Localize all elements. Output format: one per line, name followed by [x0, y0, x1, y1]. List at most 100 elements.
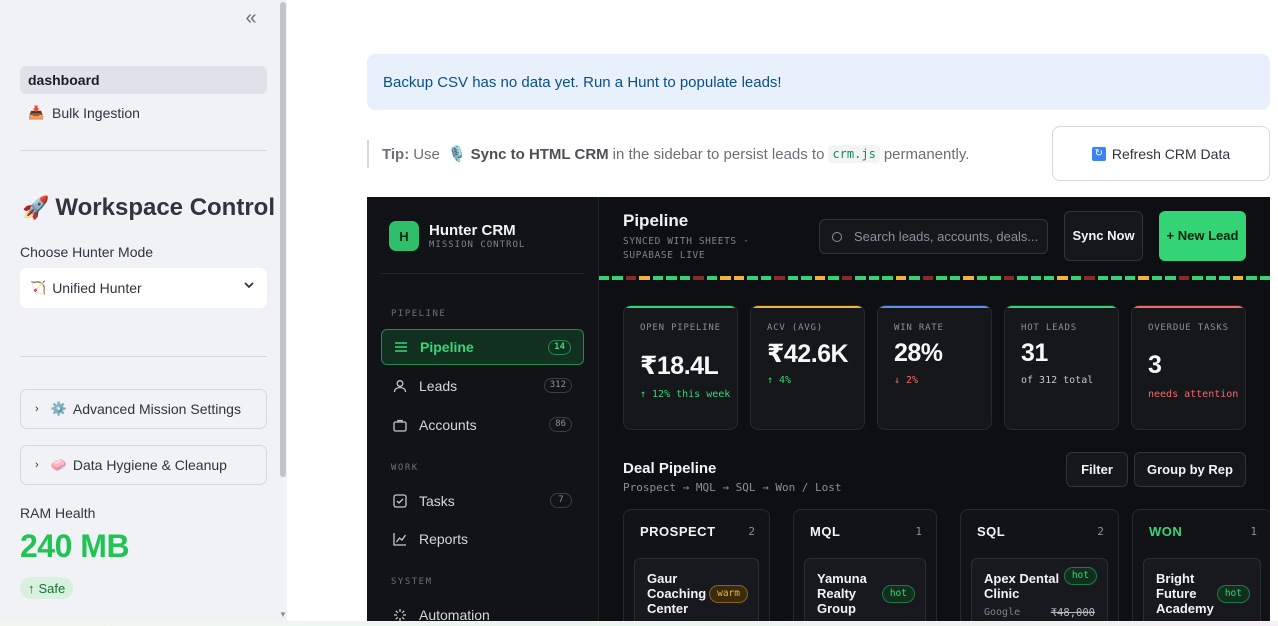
new-lead-button[interactable]: + New Lead [1159, 211, 1246, 261]
crm-iframe: H Hunter CRM MISSION CONTROL PIPELINE Pi… [367, 197, 1270, 626]
list-icon [395, 342, 407, 352]
tip-prefix: Tip: [382, 145, 410, 163]
sidebar-nav-dashboard[interactable]: dashboard [20, 66, 267, 94]
search-icon [832, 231, 842, 242]
expander-advanced-mission-settings[interactable]: › ⚙️ Advanced Mission Settings [20, 389, 267, 429]
kpi-delta: ↑ 4% [767, 375, 792, 386]
kpi-value: 28% [894, 339, 943, 367]
stripe-segment [841, 276, 853, 280]
stripe-segment [1246, 276, 1257, 280]
column-count: 2 [1097, 525, 1104, 538]
kpi-delta: ↑ 12% this week [640, 389, 731, 400]
stripe-segment [1151, 276, 1163, 280]
scrollbar-thumb[interactable] [280, 2, 286, 477]
stripe-segment [733, 276, 745, 280]
crm-nav-count: 86 [549, 417, 572, 432]
crm-nav-count: 7 [550, 493, 572, 508]
sidebar-scrollbar[interactable]: ▼ [279, 0, 287, 626]
stripe-segment [747, 276, 758, 280]
kpi-label: HOT LEADS [1021, 323, 1077, 333]
deal-card-tag: hot [1216, 585, 1250, 603]
kpi-value: 31 [1021, 339, 1048, 367]
sidebar-nav-bulk-ingestion[interactable]: 📥 Bulk Ingestion [20, 99, 267, 127]
stripe-segment [1084, 276, 1095, 280]
crm-nav-tasks[interactable]: Tasks 7 [381, 483, 584, 519]
stripe-segment [639, 276, 650, 280]
group-by-rep-button[interactable]: Group by Rep [1134, 452, 1246, 487]
crm-nav-label: Pipeline [420, 339, 474, 355]
deal-card[interactable]: Bright Future Academy hot [1143, 558, 1261, 626]
kpi-accent-bar [1132, 306, 1245, 308]
hunter-mode-value: Unified Hunter [52, 280, 142, 296]
section-work: WORK [391, 463, 419, 473]
stripe-segment [1111, 276, 1122, 280]
chart-line-icon [393, 533, 407, 546]
crm-nav-pipeline[interactable]: Pipeline 14 [381, 329, 584, 365]
deal-card-name: Apex Dental Clinic [984, 571, 1060, 601]
stripe-segment [814, 276, 826, 280]
bottom-edge [0, 621, 1278, 626]
deal-card-tag: hot [881, 585, 915, 603]
stripe-segment [706, 276, 718, 280]
sidebar: « dashboard 📥 Bulk Ingestion 🚀 Workspace … [0, 0, 287, 626]
sync-now-button[interactable]: Sync Now [1064, 211, 1143, 261]
chevron-right-icon: › [35, 403, 39, 415]
crm-nav-label: Tasks [419, 493, 455, 509]
column-title: PROSPECT [640, 524, 716, 539]
crm-nav-label: Accounts [419, 417, 477, 433]
crm-nav-accounts[interactable]: Accounts 86 [381, 407, 584, 443]
deal-card-source: Google [984, 607, 1021, 618]
kpi-card: HOT LEADS 31 of 312 total [1004, 305, 1119, 430]
deal-pipeline-subtitle: Prospect → MQL → SQL → Won / Lost [623, 481, 842, 494]
stripe-segment [976, 276, 988, 280]
briefcase-icon [393, 419, 407, 432]
kpi-value: ₹42.6K [767, 340, 849, 368]
crm-nav-label: Leads [419, 378, 458, 394]
stripe-segment [1017, 276, 1028, 280]
kpi-label: ACV (AVG) [767, 323, 823, 333]
refresh-label: Refresh CRM Data [1111, 145, 1231, 162]
filter-button[interactable]: Filter [1066, 452, 1128, 487]
stripe-segment [1205, 276, 1217, 280]
stripe-segment [625, 276, 637, 280]
tip-middle: in the sidebar to persist leads to [612, 145, 825, 163]
kpi-card: WIN RATE 28% ↓ 2% [877, 305, 992, 430]
hunter-mode-select[interactable]: 🏹 Unified Hunter [20, 268, 267, 308]
crm-nav-leads[interactable]: Leads 312 [381, 368, 584, 404]
sidebar-divider [20, 356, 267, 357]
stripe-segment [1192, 276, 1203, 280]
refresh-crm-button[interactable]: ↻ Refresh CRM Data [1052, 126, 1270, 181]
scroll-down-arrow-icon[interactable]: ▼ [279, 610, 287, 619]
deal-pipeline-title: Deal Pipeline [623, 460, 717, 477]
crm-main: Pipeline SYNCED WITH SHEETS · SUPABASE L… [599, 197, 1270, 626]
kpi-accent-bar [878, 306, 991, 308]
crm-nav-count: 14 [548, 340, 571, 355]
bow-arrow-icon: 🏹 [30, 280, 47, 295]
tip-suffix: permanently. [883, 145, 970, 163]
crm-nav-reports[interactable]: Reports [381, 521, 584, 557]
sidebar-nav-label: dashboard [28, 72, 100, 88]
stripe-segment [963, 276, 974, 280]
stripe-segment [666, 276, 677, 280]
double-chevron-left-icon[interactable]: « [240, 8, 262, 28]
stripe-segment [936, 276, 947, 280]
chevron-right-icon: › [35, 459, 39, 471]
kpi-accent-bar [624, 306, 737, 308]
deal-card[interactable]: Yamuna Realty Group hot [804, 558, 926, 626]
stripe-segment [599, 276, 610, 280]
stripe-segment [1259, 276, 1270, 280]
soap-icon: 🧼 [50, 457, 67, 472]
column-count: 2 [748, 525, 755, 538]
expander-label: Advanced Mission Settings [72, 401, 241, 417]
kpi-accent-bar [1005, 306, 1118, 308]
kpi-delta: needs attention [1148, 389, 1239, 400]
inbox-tray-icon: 📥 [28, 105, 45, 120]
sidebar-nav-label: Bulk Ingestion [52, 105, 140, 121]
crm-search-input[interactable]: Search leads, accounts, deals... [819, 219, 1048, 254]
sidebar-divider [20, 150, 267, 151]
deal-card[interactable]: Gaur Coaching Center warm [634, 558, 759, 626]
deal-card[interactable]: Apex Dental Clinic hot Google ₹48,000 [971, 558, 1108, 626]
expander-data-hygiene[interactable]: › 🧼 Data Hygiene & Cleanup [20, 445, 267, 485]
kpi-value: ₹18.4L [640, 352, 719, 380]
expander-label: Data Hygiene & Cleanup [72, 457, 227, 473]
